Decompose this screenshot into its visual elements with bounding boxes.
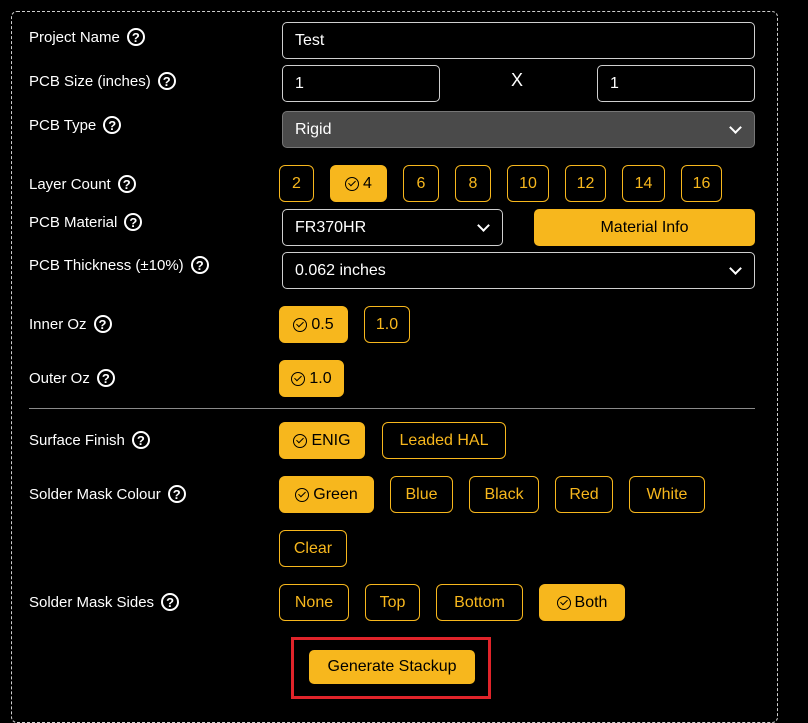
layer-option-16[interactable]: 16 [681, 165, 722, 202]
material-info-button[interactable]: Material Info [534, 209, 755, 246]
mask-sides-option-top[interactable]: Top [365, 584, 420, 621]
check-circle-icon [345, 176, 360, 191]
mask-colour-option-white[interactable]: White [629, 476, 705, 513]
mask-colour-option-red[interactable]: Red [555, 476, 613, 513]
layer-option-4[interactable]: 4 [330, 165, 387, 202]
help-icon[interactable]: ? [131, 431, 150, 449]
mask-sides-option-both[interactable]: Both [539, 584, 625, 621]
surface-finish-option-leaded-hal[interactable]: Leaded HAL [382, 422, 506, 459]
pcb-thickness-select[interactable]: 0.062 inches [282, 252, 755, 289]
outer-oz-label: Outer Oz ? [29, 369, 115, 387]
surface-finish-option-enig[interactable]: ENIG [279, 422, 365, 459]
inner-oz-option-1-0[interactable]: 1.0 [364, 306, 410, 343]
check-circle-icon [295, 487, 310, 502]
help-icon[interactable]: ? [103, 116, 122, 134]
project-name-input[interactable]: Test [282, 22, 755, 59]
generate-stackup-button[interactable]: Generate Stackup [309, 650, 475, 684]
section-divider [29, 408, 755, 409]
help-icon[interactable]: ? [124, 213, 143, 231]
layer-option-14[interactable]: 14 [622, 165, 665, 202]
size-separator: X [511, 70, 524, 90]
pcb-thickness-label: PCB Thickness (±10%) ? [29, 256, 209, 274]
layer-option-12[interactable]: 12 [565, 165, 606, 202]
mask-sides-option-none[interactable]: None [279, 584, 349, 621]
mask-colour-option-clear[interactable]: Clear [279, 530, 347, 567]
layer-option-8[interactable]: 8 [455, 165, 491, 202]
check-circle-icon [556, 595, 571, 610]
help-icon[interactable]: ? [96, 369, 115, 387]
layer-option-2[interactable]: 2 [279, 165, 314, 202]
chevron-down-icon [477, 219, 490, 232]
help-icon[interactable]: ? [190, 256, 209, 274]
solder-mask-colour-label: Solder Mask Colour ? [29, 485, 186, 503]
pcb-type-select[interactable]: Rigid [282, 111, 755, 148]
chevron-down-icon [729, 262, 742, 275]
check-circle-icon [291, 371, 306, 386]
layer-option-10[interactable]: 10 [507, 165, 549, 202]
layer-option-6[interactable]: 6 [403, 165, 439, 202]
mask-colour-option-green[interactable]: Green [279, 476, 374, 513]
check-circle-icon [293, 433, 308, 448]
check-circle-icon [293, 317, 308, 332]
help-icon[interactable]: ? [157, 72, 176, 90]
help-icon[interactable]: ? [161, 593, 180, 611]
mask-sides-option-bottom[interactable]: Bottom [436, 584, 523, 621]
pcb-material-select[interactable]: FR370HR [282, 209, 503, 246]
help-icon[interactable]: ? [117, 175, 136, 193]
surface-finish-label: Surface Finish ? [29, 431, 150, 449]
pcb-height-input[interactable]: 1 [597, 65, 755, 102]
layer-count-label: Layer Count ? [29, 175, 136, 193]
outer-oz-option-1-0[interactable]: 1.0 [279, 360, 344, 397]
help-icon[interactable]: ? [126, 28, 145, 46]
pcb-type-label: PCB Type ? [29, 116, 122, 134]
chevron-down-icon [729, 121, 742, 134]
inner-oz-option-0-5[interactable]: 0.5 [279, 306, 348, 343]
mask-colour-option-black[interactable]: Black [469, 476, 539, 513]
mask-colour-option-blue[interactable]: Blue [390, 476, 453, 513]
pcb-size-label: PCB Size (inches) ? [29, 72, 176, 90]
pcb-width-input[interactable]: 1 [282, 65, 440, 102]
inner-oz-label: Inner Oz ? [29, 315, 112, 333]
project-name-label: Project Name ? [29, 28, 145, 46]
help-icon[interactable]: ? [93, 315, 112, 333]
solder-mask-sides-label: Solder Mask Sides ? [29, 593, 180, 611]
help-icon[interactable]: ? [167, 485, 186, 503]
pcb-material-label: PCB Material ? [29, 213, 143, 231]
